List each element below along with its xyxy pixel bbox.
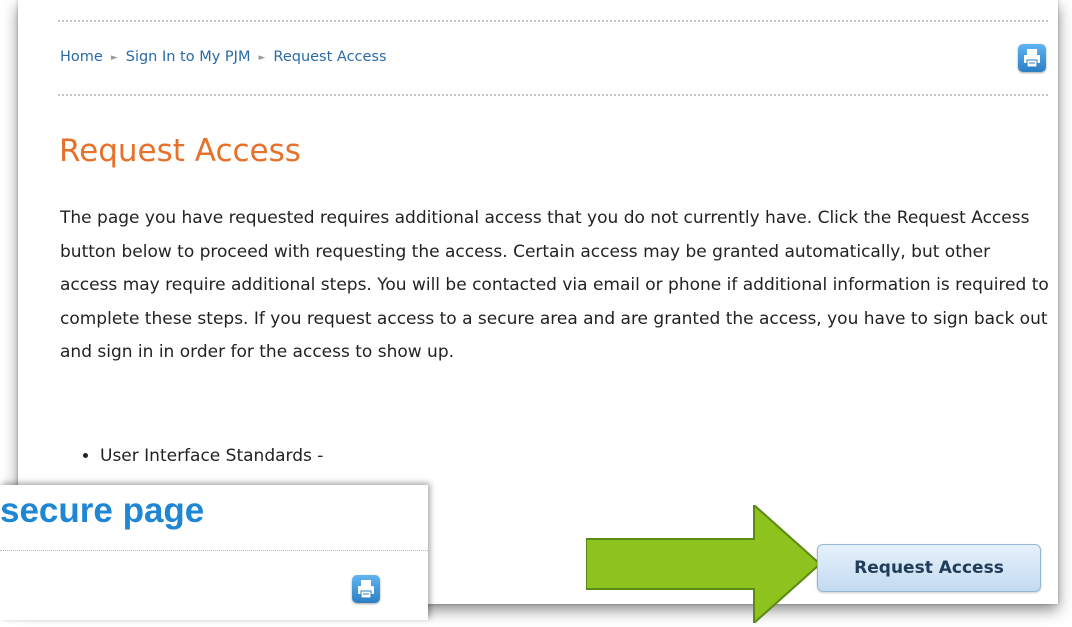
- overlay-divider: [0, 550, 428, 551]
- page-title: Request Access: [59, 133, 301, 169]
- secure-page-overlay: secure page: [0, 485, 428, 620]
- breadcrumb: Home ► Sign In to My PJM ► Request Access: [60, 49, 387, 65]
- request-access-button[interactable]: Request Access: [817, 544, 1041, 592]
- print-icon: [358, 580, 374, 599]
- access-list: User Interface Standards -: [78, 446, 323, 466]
- breadcrumb-sign-in[interactable]: Sign In to My PJM: [126, 49, 251, 65]
- list-item: User Interface Standards -: [100, 446, 323, 466]
- arrow-right-icon: [585, 502, 822, 627]
- breadcrumb-separator-icon: ►: [110, 53, 118, 63]
- overlay-print-button[interactable]: [352, 575, 380, 603]
- overlay-title: secure page: [0, 491, 205, 530]
- breadcrumb-divider: [58, 94, 1048, 96]
- print-button[interactable]: [1018, 44, 1046, 72]
- print-icon: [1024, 49, 1040, 68]
- page-description: The page you have requested requires add…: [60, 208, 1049, 362]
- top-divider: [58, 20, 1048, 22]
- breadcrumb-home[interactable]: Home: [60, 49, 103, 65]
- breadcrumb-request-access[interactable]: Request Access: [273, 49, 386, 65]
- breadcrumb-separator-icon: ►: [258, 53, 266, 63]
